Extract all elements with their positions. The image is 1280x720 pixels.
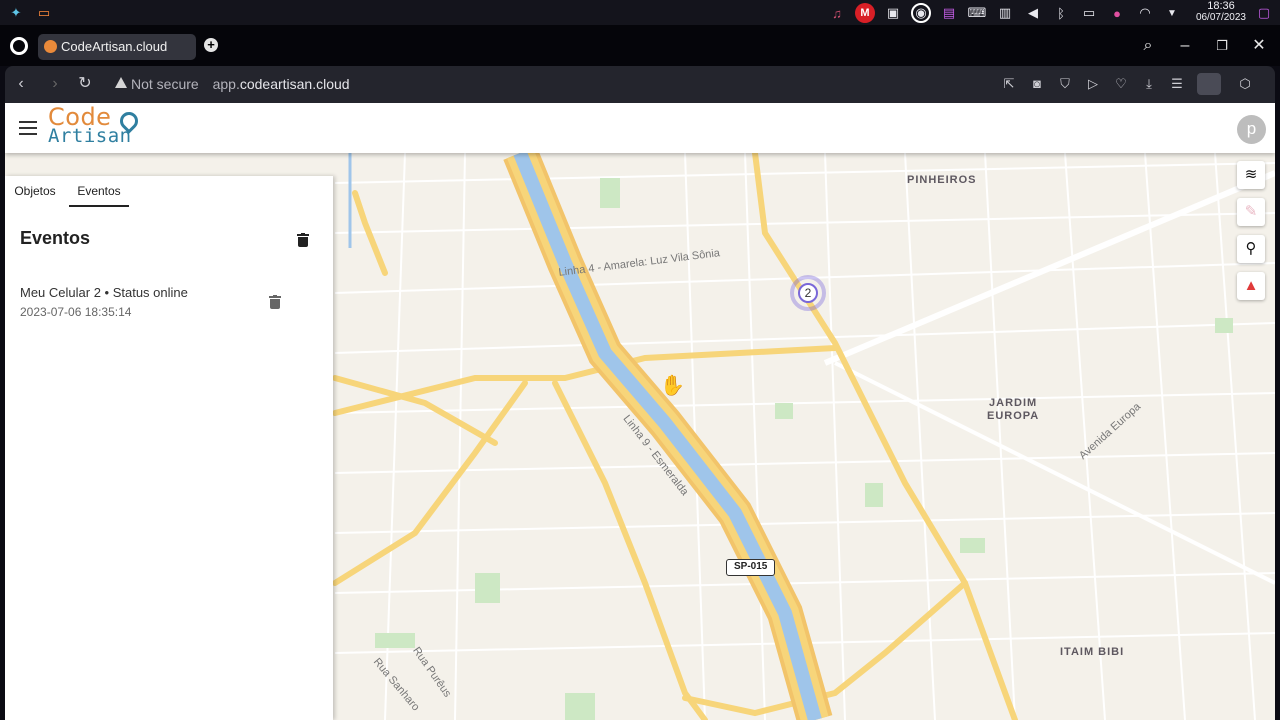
notes-icon[interactable]: ▥ xyxy=(995,3,1015,23)
logo-line2: Artisan xyxy=(48,125,132,147)
browser-tab[interactable]: CodeArtisan.cloud xyxy=(38,34,196,60)
device-cluster-marker[interactable]: 2 xyxy=(790,275,826,311)
power-icon[interactable]: ▢ xyxy=(1254,3,1274,23)
tab-objetos[interactable]: Objetos xyxy=(5,176,65,207)
download-icon[interactable]: ⤓ xyxy=(1139,74,1159,94)
volume-icon[interactable]: ◀ xyxy=(1023,3,1043,23)
favicon-icon xyxy=(44,40,57,53)
cluster-count: 2 xyxy=(798,283,818,303)
url-domain: codeartisan.cloud xyxy=(239,76,350,92)
back-icon[interactable]: ‹ xyxy=(11,74,31,94)
menu-icon[interactable] xyxy=(19,121,37,135)
address-bar: ‹ › ↻ Not secure app.codeartisan.cloud ⇱… xyxy=(5,66,1275,103)
new-tab-button[interactable]: + xyxy=(204,38,218,52)
os-taskbar: ✦ ▭ ♫ M ▣ ◉ ▤ ⌨ ▥ ◀ ᛒ ▭ ● ◠ ▼ 18:36 06/0… xyxy=(0,0,1280,25)
area-label-pinheiros: PINHEIROS xyxy=(907,174,977,186)
folder-icon[interactable]: ▭ xyxy=(34,3,54,23)
send-icon[interactable]: ▷ xyxy=(1083,74,1103,94)
shopping-icon[interactable]: ▤ xyxy=(939,3,959,23)
maximize-icon[interactable]: ❐ xyxy=(1211,35,1233,57)
profile-icon[interactable] xyxy=(1197,73,1221,95)
terminal-icon[interactable]: ⌨ xyxy=(967,3,987,23)
area-label-itaim-bibi: ITAIM BIBI xyxy=(1060,646,1125,658)
area-label-europa: EUROPA xyxy=(987,410,1040,422)
area-label-jardim-europa: JARDIM EUROPA xyxy=(987,397,1039,423)
app-header: Code Artisan p xyxy=(5,103,1275,153)
reload-icon[interactable]: ↻ xyxy=(75,74,95,94)
notification-bell-icon[interactable]: ♫ xyxy=(827,3,847,23)
tab-title: CodeArtisan.cloud xyxy=(61,39,168,54)
camera-icon[interactable]: ◙ xyxy=(1027,74,1047,94)
search-icon[interactable]: ⚲ xyxy=(1237,235,1265,263)
heart-icon[interactable]: ♡ xyxy=(1111,74,1131,94)
obs-icon[interactable]: ◉ xyxy=(911,3,931,23)
app-launcher-icon[interactable]: ✦ xyxy=(6,3,26,23)
tray-arrow-icon[interactable]: ▼ xyxy=(1162,3,1182,23)
edit-disabled-icon[interactable]: ✎ xyxy=(1237,198,1265,226)
hand-cursor-icon: ✋ xyxy=(660,375,685,397)
bluetooth-icon[interactable]: ᛒ xyxy=(1051,3,1071,23)
shield-icon[interactable]: ⛉ xyxy=(1055,74,1075,94)
forward-icon[interactable]: › xyxy=(45,74,65,94)
close-icon[interactable]: ✕ xyxy=(1248,35,1270,57)
url-text: app.codeartisan.cloud xyxy=(213,76,350,92)
side-panel: Objetos Eventos Eventos Meu Celular 2 • … xyxy=(5,176,333,720)
opera-logo-icon[interactable] xyxy=(10,37,28,55)
layers-icon[interactable]: ≋ xyxy=(1237,161,1265,189)
minimize-icon[interactable]: – xyxy=(1174,35,1196,57)
avatar[interactable]: p xyxy=(1237,115,1266,144)
easy-setup-icon[interactable]: ☰ xyxy=(1167,74,1187,94)
delete-all-events-button[interactable] xyxy=(297,233,309,247)
browser-tab-bar: CodeArtisan.cloud + ⌕ – ❐ ✕ xyxy=(0,25,1280,66)
security-label: Not secure xyxy=(131,76,199,92)
mega-icon[interactable]: M xyxy=(855,3,875,23)
share-icon[interactable]: ⇱ xyxy=(999,74,1019,94)
codeartisan-logo[interactable]: Code Artisan xyxy=(48,105,142,147)
highway-shield: SP-015 xyxy=(726,559,776,576)
panel-title: Eventos xyxy=(20,228,91,248)
extensions-icon[interactable]: ⬡ xyxy=(1235,74,1255,94)
microphone-icon[interactable]: ● xyxy=(1107,3,1127,23)
web-page: Code Artisan p PINHEIROS JARDIM EUROPA I… xyxy=(5,103,1275,720)
url-field[interactable]: Not secure app.codeartisan.cloud xyxy=(115,76,350,92)
wifi-icon[interactable]: ◠ xyxy=(1135,3,1155,23)
clock-date: 06/07/2023 xyxy=(1195,12,1246,23)
clock-time: 18:36 xyxy=(1207,0,1235,12)
display-icon[interactable]: ▭ xyxy=(1079,3,1099,23)
system-clock[interactable]: 18:36 06/07/2023 xyxy=(1195,0,1246,24)
delete-event-button[interactable] xyxy=(269,295,281,309)
warning-icon xyxy=(115,77,127,88)
area-label-jardim: JARDIM xyxy=(989,397,1038,409)
chat-icon[interactable]: ▣ xyxy=(883,3,903,23)
tab-eventos[interactable]: Eventos xyxy=(69,176,129,207)
search-tabs-icon[interactable]: ⌕ xyxy=(1137,35,1159,57)
url-prefix: app. xyxy=(212,76,240,92)
alarm-icon[interactable]: ▲ xyxy=(1237,272,1265,300)
